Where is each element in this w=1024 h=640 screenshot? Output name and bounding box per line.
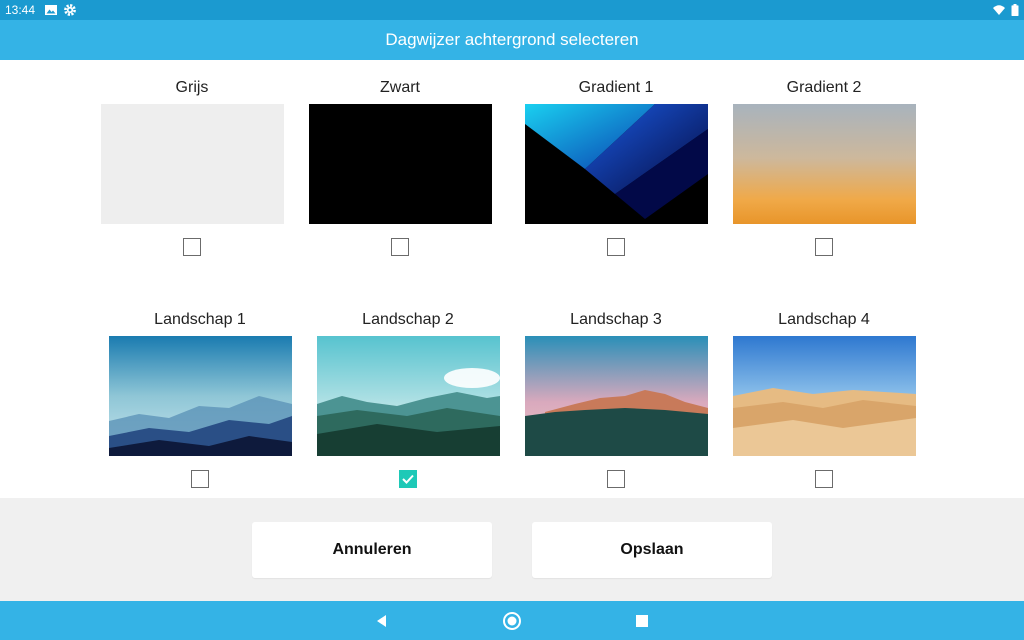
option-gradient-1[interactable]: Gradient 1 [506, 77, 726, 256]
thumbnail-zwart[interactable] [308, 104, 492, 224]
image-icon [45, 5, 57, 15]
checkbox-landschap-1[interactable] [191, 470, 209, 488]
back-icon[interactable] [372, 611, 392, 631]
cancel-button[interactable]: Annuleren [252, 522, 492, 578]
title-bar: Dagwijzer achtergrond selecteren [0, 20, 1024, 60]
save-button[interactable]: Opslaan [532, 522, 772, 578]
status-time: 13:44 [5, 3, 36, 17]
gear-icon [64, 4, 76, 16]
option-gradient-2[interactable]: Gradient 2 [714, 77, 934, 256]
option-landschap-4[interactable]: Landschap 4 [714, 309, 934, 488]
option-label: Gradient 2 [786, 79, 862, 96]
recents-icon[interactable] [632, 611, 652, 631]
option-landschap-1[interactable]: Landschap 1 [90, 309, 310, 488]
battery-icon [1011, 4, 1019, 17]
status-bar: 13:44 [0, 0, 1024, 20]
option-label: Gradient 1 [578, 79, 654, 96]
option-label: Landschap 3 [570, 311, 662, 328]
checkbox-gradient-2[interactable] [815, 238, 833, 256]
checkbox-landschap-3[interactable] [607, 470, 625, 488]
option-label: Landschap 4 [778, 311, 870, 328]
page-title: Dagwijzer achtergrond selecteren [385, 30, 639, 49]
checkbox-zwart[interactable] [391, 238, 409, 256]
thumbnail-landschap-1[interactable] [108, 336, 292, 456]
option-landschap-3[interactable]: Landschap 3 [506, 309, 726, 488]
checkbox-landschap-4[interactable] [815, 470, 833, 488]
thumbnail-landschap-4[interactable] [732, 336, 916, 456]
dialog-footer: Annuleren Opslaan [0, 498, 1024, 601]
option-label: Zwart [380, 79, 420, 96]
thumbnail-landschap-3[interactable] [524, 336, 708, 456]
wifi-icon [993, 5, 1005, 15]
home-icon[interactable] [502, 611, 522, 631]
option-label: Landschap 1 [154, 311, 246, 328]
option-label: Grijs [175, 79, 209, 96]
thumbnail-gradient-1[interactable] [524, 104, 708, 224]
checkbox-grijs[interactable] [183, 238, 201, 256]
option-label: Landschap 2 [362, 311, 454, 328]
navigation-bar [0, 601, 1024, 640]
thumbnail-gradient-2[interactable] [732, 104, 916, 224]
thumbnail-landschap-2[interactable] [316, 336, 500, 456]
background-options-grid: Grijs Zwart Gradient 1 Gradient 2 Landsc… [0, 60, 1024, 498]
checkmark-icon [402, 474, 414, 484]
option-zwart[interactable]: Zwart [290, 77, 510, 256]
option-grijs[interactable]: Grijs [82, 77, 302, 256]
thumbnail-grijs[interactable] [100, 104, 284, 224]
option-landschap-2[interactable]: Landschap 2 [298, 309, 518, 488]
checkbox-gradient-1[interactable] [607, 238, 625, 256]
checkbox-landschap-2[interactable] [399, 470, 417, 488]
